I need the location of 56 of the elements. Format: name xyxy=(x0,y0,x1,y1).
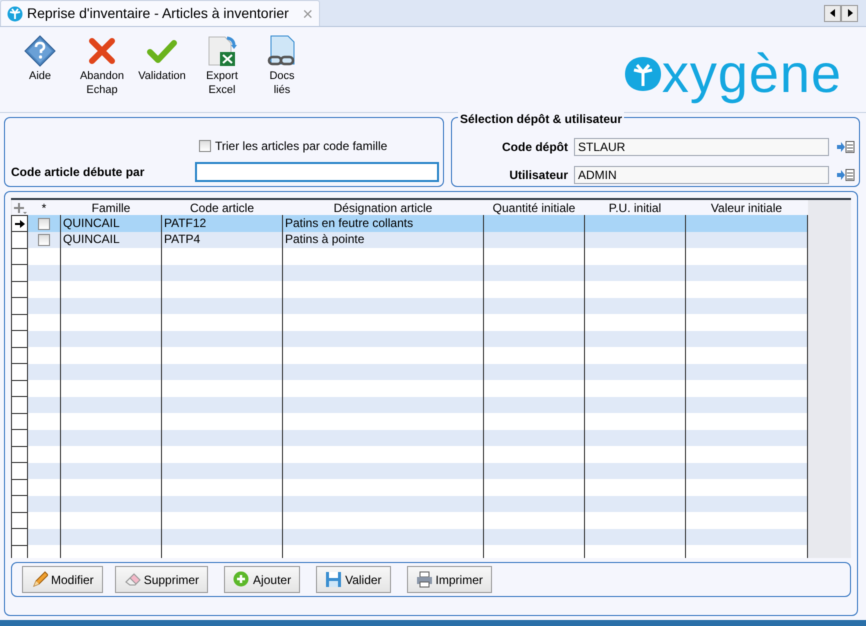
table-cell: PATF12 xyxy=(164,216,206,230)
table-row[interactable]: QUINCAIL PATF12 Patins en feutre collants xyxy=(12,215,808,232)
column-header: P.U. initial xyxy=(584,200,686,215)
text-field[interactable]: STLAUR xyxy=(574,138,829,156)
toolbar-button[interactable]: Aide xyxy=(10,35,70,84)
table-cell: Patins en feutre collants xyxy=(285,216,414,230)
row-pointer-icon xyxy=(14,220,24,228)
left-arrow-icon xyxy=(830,9,836,17)
field-label: Code article débute par xyxy=(11,164,144,181)
checkbox[interactable] xyxy=(38,234,50,246)
text-field[interactable]: ADMIN xyxy=(574,166,829,184)
checkbox-label: Trier les articles par code famille xyxy=(215,138,388,155)
checkbox[interactable] xyxy=(38,218,50,230)
column-header: Valeur initiale xyxy=(686,200,808,215)
table-row[interactable]: QUINCAIL PATP4 Patins à pointe xyxy=(12,232,808,248)
code-input-field[interactable] xyxy=(195,162,439,182)
table-cell: Patins à pointe xyxy=(285,232,364,246)
window-tab[interactable]: Reprise d'inventaire - Articles à inventorier × xyxy=(0,0,320,26)
list-arrow-icon xyxy=(837,140,855,154)
help-icon xyxy=(24,35,56,67)
toolbar-button[interactable]: Export Excel xyxy=(192,35,252,98)
right-arrow-icon xyxy=(846,9,852,17)
column-header: Code article xyxy=(162,200,282,215)
column-header: * xyxy=(28,200,60,215)
table-cell: PATP4 xyxy=(164,232,200,246)
action-button[interactable]: Imprimer xyxy=(406,566,492,593)
column-header: Quantité initiale xyxy=(484,200,584,215)
list-arrow-icon xyxy=(837,168,855,182)
add-icon xyxy=(233,571,250,588)
column-header: Désignation article xyxy=(282,200,484,215)
close-icon xyxy=(86,35,118,67)
checkbox[interactable] xyxy=(199,140,211,152)
toolbar-button[interactable]: Abandon Echap xyxy=(72,35,132,98)
scroll-right-button[interactable] xyxy=(841,4,858,22)
group-title: Sélection dépôt & utilisateur xyxy=(458,110,624,128)
action-button[interactable]: Valider xyxy=(316,566,391,593)
action-button[interactable]: Ajouter xyxy=(224,566,300,593)
scroll-left-button[interactable] xyxy=(824,4,841,22)
palm-logo-icon xyxy=(7,6,23,22)
window-title: Reprise d'inventaire - Articles à inventorier xyxy=(27,4,289,23)
eraser-icon xyxy=(124,571,141,588)
column-header: Famille xyxy=(60,200,162,215)
field-label: Utilisateur xyxy=(509,167,568,184)
excel-export-icon xyxy=(206,35,238,67)
printer-icon xyxy=(416,571,433,588)
toolbar-button[interactable]: Validation xyxy=(132,35,192,84)
field-label: Code dépôt xyxy=(502,139,568,156)
toolbar-button[interactable]: Docs liés xyxy=(252,35,312,98)
logo-text: xygène xyxy=(662,47,842,101)
add-row-icon xyxy=(12,202,26,214)
table-cell: QUINCAIL xyxy=(63,216,120,230)
action-button[interactable]: Modifier xyxy=(22,566,103,593)
table-cell: QUINCAIL xyxy=(63,232,120,246)
palm-logo-icon xyxy=(624,56,662,92)
pencil-icon xyxy=(31,571,48,588)
action-button[interactable]: Supprimer xyxy=(114,566,208,593)
